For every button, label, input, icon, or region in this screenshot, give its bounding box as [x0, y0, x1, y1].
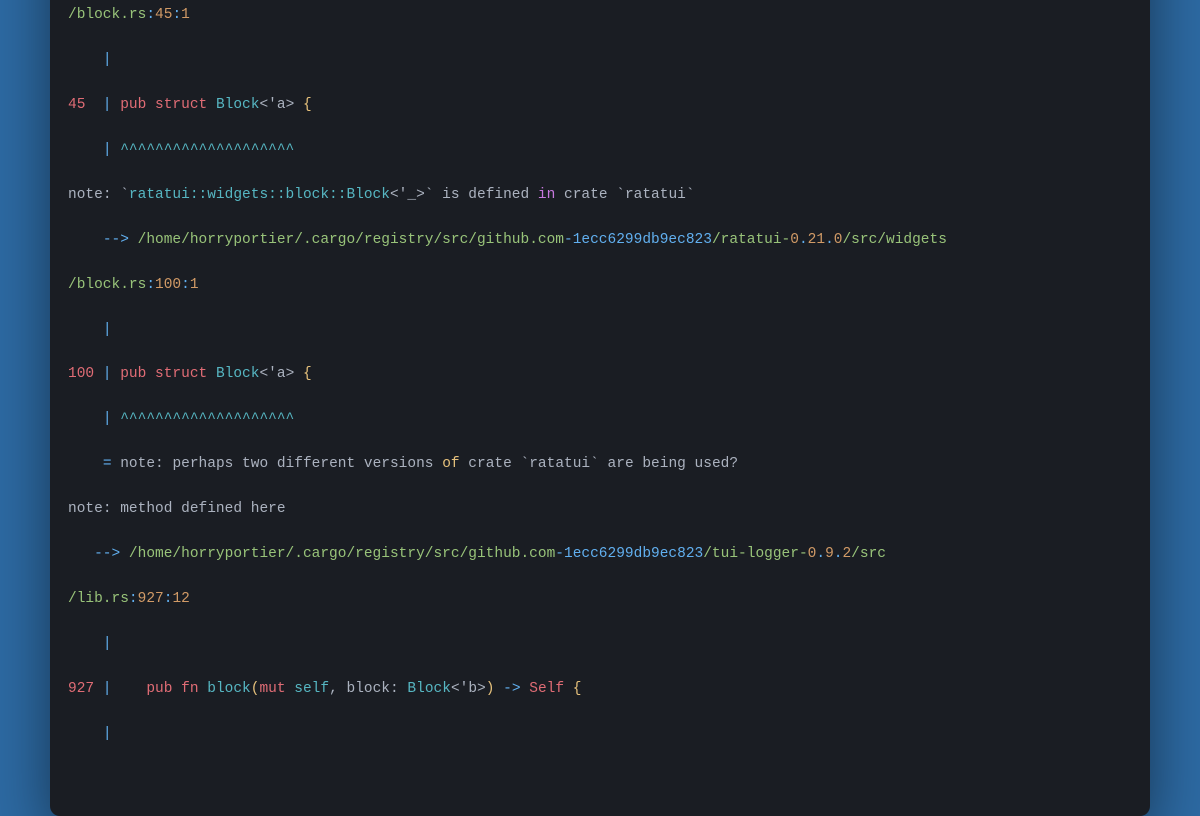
underline-45: | ^^^^^^^^^^^^^^^^^^^^	[68, 139, 1132, 161]
hint-line: = note: perhaps two different versions o…	[68, 453, 1132, 475]
terminal-window: note: `ratatui::widgets::Block<'_>` is d…	[50, 0, 1150, 816]
terminal-output: note: `ratatui::widgets::Block<'_>` is d…	[50, 0, 1150, 816]
underline-100: | ^^^^^^^^^^^^^^^^^^^^	[68, 408, 1132, 430]
src-arrow-2: --> /home/horryportier/.cargo/registry/s…	[68, 229, 1132, 251]
note-line-3: note: method defined here	[68, 498, 1132, 520]
gutter-pipe: |	[68, 723, 1132, 745]
src-arrow-2b: /block.rs:100:1	[68, 274, 1132, 296]
arrow-icon: -->	[103, 232, 129, 248]
line-number: 100	[68, 366, 94, 382]
src-arrow-3b: /lib.rs:927:12	[68, 588, 1132, 610]
gutter-pipe: |	[68, 49, 1132, 71]
code-line-45: 45 | pub struct Block<'a> {	[68, 94, 1132, 116]
line-number: 45	[68, 97, 85, 113]
code-line-100: 100 | pub struct Block<'a> {	[68, 363, 1132, 385]
src-arrow-1b: /block.rs:45:1	[68, 4, 1132, 26]
code-line-927: 927 | pub fn block(mut self, block: Bloc…	[68, 678, 1132, 700]
line-number: 927	[68, 681, 94, 697]
src-arrow-3: --> /home/horryportier/.cargo/registry/s…	[68, 543, 1132, 565]
gutter-pipe: |	[68, 319, 1132, 341]
gutter-pipe: |	[68, 633, 1132, 655]
arrow-icon: -->	[94, 546, 120, 562]
note-line-2: note: `ratatui::widgets::block::Block<'_…	[68, 184, 1132, 206]
